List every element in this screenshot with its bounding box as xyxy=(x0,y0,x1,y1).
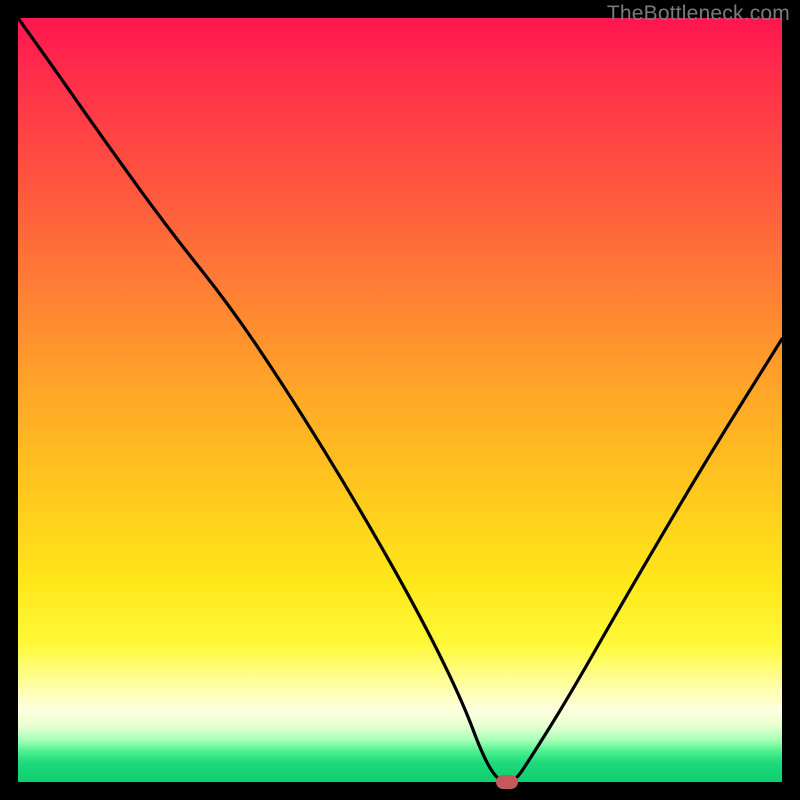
optimum-marker xyxy=(496,775,518,789)
curve-path xyxy=(18,18,782,782)
chart-plot-area xyxy=(18,18,782,782)
bottleneck-curve xyxy=(18,18,782,782)
chart-frame: TheBottleneck.com xyxy=(0,0,800,800)
